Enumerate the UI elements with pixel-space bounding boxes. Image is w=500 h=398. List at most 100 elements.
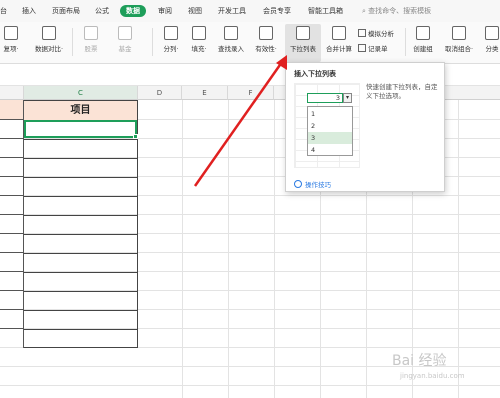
row-border	[24, 329, 137, 330]
ungroup-button[interactable]: 取消组合·	[440, 24, 478, 53]
fill-button[interactable]: 填充·	[186, 24, 212, 53]
duplicate-button[interactable]: 复项·	[0, 24, 24, 53]
duplicate-icon	[4, 26, 18, 40]
search-box[interactable]: ⌕ 查找命令、搜索模板	[362, 5, 431, 17]
tab-data[interactable]: 数据	[120, 5, 146, 17]
record-form-button[interactable]: 记录单	[358, 43, 388, 53]
preview-cell: 3	[307, 93, 343, 103]
tips-link[interactable]: 操作技巧	[294, 179, 331, 189]
consolidate-icon	[332, 26, 346, 40]
lookup-entry-icon	[224, 26, 238, 40]
stock-button[interactable]: 股票	[78, 24, 104, 53]
gridline	[182, 100, 183, 398]
row-border	[0, 290, 24, 291]
validation-label: 有效性·	[255, 45, 277, 53]
stock-label: 股票	[84, 45, 98, 53]
chevron-down-icon: ▾	[343, 93, 352, 103]
row-border	[24, 196, 137, 197]
gridline	[274, 100, 275, 398]
row-border	[0, 328, 24, 329]
compare-button[interactable]: 数据对比·	[30, 24, 68, 53]
lookup-entry-label: 查找录入	[218, 45, 244, 53]
fund-label: 基金	[118, 45, 132, 53]
table-header-project[interactable]: 项目	[24, 101, 137, 120]
fund-icon	[118, 26, 132, 40]
fill-handle[interactable]	[133, 134, 138, 139]
subtotal-icon	[485, 26, 499, 40]
validation-button[interactable]: 有效性·	[250, 24, 282, 53]
tab-insert[interactable]: 插入	[22, 5, 36, 17]
subtotal-button[interactable]: 分类	[481, 24, 500, 53]
row-border	[24, 234, 137, 235]
duplicate-label: 复项·	[3, 45, 19, 53]
compare-label: 数据对比·	[34, 45, 64, 53]
tab-home[interactable]: 台	[0, 5, 7, 17]
create-group-button[interactable]: 创建组	[409, 24, 437, 53]
record-form-label: 记录单	[368, 45, 388, 53]
dropdown-list-label: 下拉列表	[290, 45, 316, 53]
fund-button[interactable]: 基金	[112, 24, 138, 53]
what-if-analysis-button[interactable]: 模拟分析	[358, 28, 394, 38]
tips-icon	[294, 180, 302, 188]
row-border	[24, 272, 137, 273]
preview-dropdown-list: 1 2 3 4	[307, 106, 353, 156]
row-border	[24, 291, 137, 292]
tab-smart-toolbox[interactable]: 智能工具箱	[308, 5, 343, 17]
tab-formulas[interactable]: 公式	[95, 5, 109, 17]
validation-icon	[259, 26, 273, 40]
dropdown-option: 4	[311, 146, 316, 154]
dropdown-option-highlighted: 3	[308, 132, 352, 144]
what-if-label: 模拟分析	[368, 30, 394, 38]
dropdown-option: 2	[311, 122, 316, 130]
group-icon	[416, 26, 430, 40]
column-header-e[interactable]: E	[182, 86, 228, 100]
split-column-button[interactable]: 分列·	[158, 24, 184, 53]
lookup-entry-button[interactable]: 查找录入	[215, 24, 247, 53]
row-border	[24, 158, 137, 159]
row-border	[24, 310, 137, 311]
row-border	[0, 271, 24, 272]
tooltip-preview: 3 ▾ 1 2 3 4	[294, 83, 360, 168]
row-border	[0, 233, 24, 234]
separator	[152, 28, 153, 56]
header-fill-b	[0, 100, 23, 119]
menu-bar: 台 插入 页面布局 公式 数据 审阅 视图 开发工具 会员专享 智能工具箱 ⌕ …	[0, 0, 500, 22]
row-border	[0, 309, 24, 310]
active-cell[interactable]	[24, 120, 138, 139]
row-border	[0, 195, 24, 196]
data-table-column-c[interactable]: 项目	[24, 100, 138, 348]
what-if-icon	[358, 29, 366, 37]
tab-view[interactable]: 视图	[188, 5, 202, 17]
consolidate-label: 合并计算	[326, 45, 352, 53]
column-b-cells[interactable]	[0, 100, 24, 348]
row-border	[24, 253, 137, 254]
watermark-url: jingyan.baidu.com	[400, 372, 465, 380]
tab-review[interactable]: 审阅	[158, 5, 172, 17]
gridline	[458, 100, 459, 398]
column-header-b[interactable]	[0, 86, 24, 100]
split-column-icon	[164, 26, 178, 40]
row-border	[0, 252, 24, 253]
gridline	[228, 100, 229, 398]
column-header-f[interactable]: F	[228, 86, 274, 100]
compare-icon	[42, 26, 56, 40]
consolidate-button[interactable]: 合并计算	[322, 24, 356, 53]
column-header-d[interactable]: D	[138, 86, 182, 100]
row-border	[24, 215, 137, 216]
row-border	[24, 139, 137, 140]
subtotal-label: 分类	[485, 45, 499, 53]
ungroup-label: 取消组合·	[444, 45, 474, 53]
create-group-label: 创建组	[413, 45, 433, 53]
tips-label: 操作技巧	[305, 181, 331, 189]
tab-member[interactable]: 会员专享	[263, 5, 291, 17]
tab-developer[interactable]: 开发工具	[218, 5, 246, 17]
gridline	[0, 385, 500, 386]
fill-icon	[192, 26, 206, 40]
tab-page-layout[interactable]: 页面布局	[52, 5, 80, 17]
row-border	[0, 138, 24, 139]
search-placeholder: 查找命令、搜索模板	[368, 7, 432, 15]
dropdown-list-tooltip: 插入下拉列表 3 ▾ 1 2 3 4 快速创建下拉列表，自定义下拉选项。 操作技…	[285, 62, 445, 192]
row-border	[0, 119, 24, 120]
column-header-c[interactable]: C	[24, 86, 138, 100]
dropdown-list-button[interactable]: 下拉列表	[285, 24, 321, 62]
